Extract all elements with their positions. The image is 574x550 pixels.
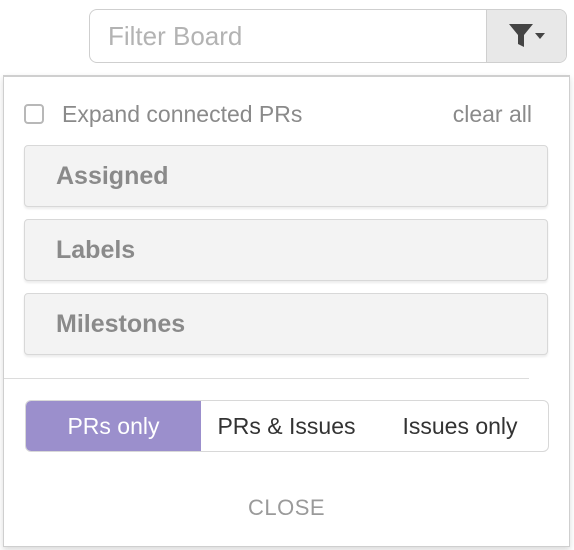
segment-prs-and-issues[interactable]: PRs & Issues [201,401,372,451]
filter-dropdown-panel: Expand connected PRs clear all Assigned … [3,75,570,547]
expand-connected-prs-label[interactable]: Expand connected PRs [62,101,302,128]
filter-funnel-icon [508,24,545,47]
filter-toggle-button[interactable] [486,10,566,62]
expand-connected-prs-checkbox[interactable] [24,104,44,124]
close-button[interactable]: CLOSE [4,495,569,521]
labels-filter-section[interactable]: Labels [24,219,548,281]
panel-divider [4,378,529,379]
segment-issues-only[interactable]: Issues only [372,401,548,451]
pr-issue-type-toggle: PRs only PRs & Issues Issues only [25,400,549,452]
filter-board-input[interactable] [90,10,486,62]
clear-all-link[interactable]: clear all [453,101,532,128]
expand-connected-prs-row: Expand connected PRs clear all [24,99,532,129]
assigned-filter-section[interactable]: Assigned [24,145,548,207]
milestones-filter-section[interactable]: Milestones [24,293,548,355]
chevron-down-icon [534,33,545,39]
filter-board-bar [89,9,567,63]
segment-prs-only[interactable]: PRs only [26,401,201,451]
filter-board-widget: Expand connected PRs clear all Assigned … [0,0,574,550]
